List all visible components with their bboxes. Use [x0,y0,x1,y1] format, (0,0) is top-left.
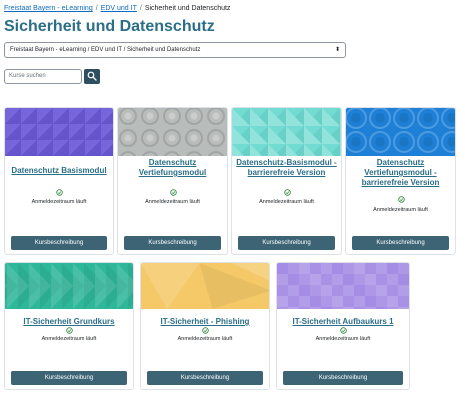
course-image[interactable] [277,263,409,309]
page-title: Sicherheit und Datenschutz [4,18,215,35]
breadcrumb-separator: / [95,5,98,12]
enrolment-status: Anmeldezeitraum läuft [41,336,97,342]
check-circle-icon [169,189,177,196]
course-description-button[interactable]: Kursbeschreibung [11,371,127,385]
course-card: IT-Sicherheit Aufbaukurs 1 Anmeldezeitra… [276,262,410,390]
course-title-link[interactable]: Datenschutz-Basismodul - barrierefreie V… [236,158,337,178]
course-title-link[interactable]: Datenschutz Vertiefungsmodul - barrieref… [350,158,451,188]
course-title-link[interactable]: Datenschutz Vertiefungsmodul [122,158,223,178]
course-image[interactable] [5,263,133,309]
enrolment-status: Anmeldezeitraum läuft [315,336,371,342]
course-card: Datenschutz Basismodul Anmeldezeitraum l… [4,107,114,255]
course-card: Datenschutz Vertiefungsmodul - barrieref… [345,107,456,255]
course-title-link[interactable]: IT-Sicherheit Aufbaukurs 1 [281,317,405,327]
enrolment-status: Anmeldezeitraum läuft [177,336,233,342]
course-description-button[interactable]: Kursbeschreibung [11,236,107,250]
check-circle-icon [56,189,63,196]
course-image[interactable] [5,108,113,156]
course-description-button[interactable]: Kursbeschreibung [147,371,263,385]
breadcrumb-link-elearning[interactable]: Freistaat Bayern - eLearning [4,5,93,12]
chevron-updown-icon: ⬍ [334,47,340,53]
category-select[interactable]: Freistaat Bayern - eLearning / EDV und I… [4,42,346,58]
course-image[interactable] [232,108,341,156]
course-description-button[interactable]: Kursbeschreibung [283,371,403,385]
enrolment-status: Anmeldezeitraum läuft [31,199,87,205]
check-circle-icon [397,196,405,203]
course-description-button[interactable]: Kursbeschreibung [238,236,335,250]
search-icon [87,71,97,81]
breadcrumb: Freistaat Bayern - eLearning / EDV und IT /… [4,5,230,12]
enrolment-status: Anmeldezeitraum läuft [259,199,314,205]
search-input[interactable]: Kurse suchen [4,69,82,84]
course-description-button[interactable]: Kursbeschreibung [352,236,449,250]
breadcrumb-current: Sicherheit und Datenschutz [144,5,231,12]
course-image[interactable] [118,108,227,156]
check-circle-icon [340,327,347,334]
category-select-value: Freistaat Bayern - eLearning / EDV und I… [10,47,201,53]
enrolment-status: Anmeldezeitraum läuft [145,199,200,205]
check-circle-icon [66,327,73,334]
search-button[interactable] [84,69,100,84]
course-title-link[interactable]: IT-Sicherheit - Phishing [145,317,265,327]
course-description-button[interactable]: Kursbeschreibung [124,236,221,250]
course-card: IT-Sicherheit Grundkurs Anmeldezeitraum … [4,262,134,390]
breadcrumb-separator: / [139,5,142,12]
course-image[interactable] [346,108,455,156]
course-card: Datenschutz-Basismodul - barrierefreie V… [231,107,342,255]
course-title-link[interactable]: Datenschutz Basismodul [9,166,109,176]
course-card: Datenschutz Vertiefungsmodul Anmeldezeit… [117,107,228,255]
breadcrumb-link-edv[interactable]: EDV und IT [101,5,137,12]
course-image[interactable] [141,263,269,309]
check-circle-icon [202,327,209,334]
enrolment-status: Anmeldezeitraum läuft [373,207,428,213]
check-circle-icon [283,189,291,196]
course-title-link[interactable]: IT-Sicherheit Grundkurs [9,317,129,327]
course-card: IT-Sicherheit - Phishing Anmeldezeitraum… [140,262,270,390]
